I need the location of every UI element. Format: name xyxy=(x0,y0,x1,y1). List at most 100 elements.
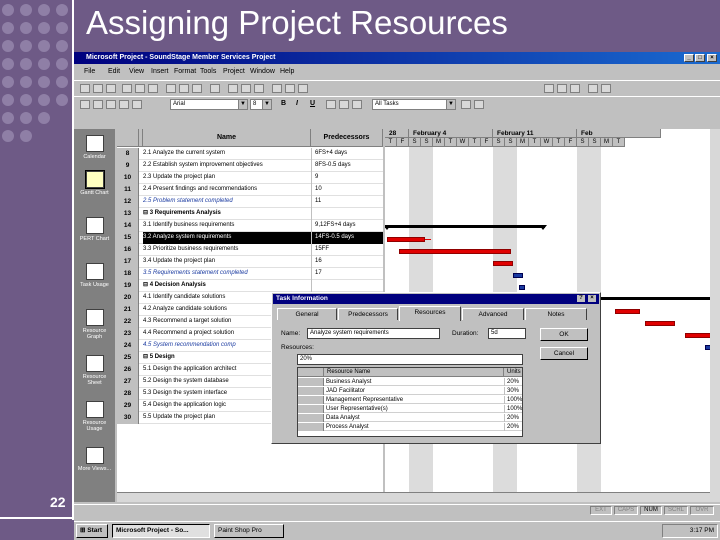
menu-file[interactable]: File xyxy=(84,68,95,75)
print-icon[interactable] xyxy=(122,84,132,93)
menu-window[interactable]: Window xyxy=(250,68,275,75)
show-subtasks-icon[interactable] xyxy=(106,100,116,109)
tab-resources[interactable]: Resources xyxy=(399,306,461,321)
italic-button[interactable]: I xyxy=(296,100,298,107)
row-id[interactable]: 17 xyxy=(117,256,139,268)
horizontal-scrollbar[interactable] xyxy=(117,492,720,502)
indent-icon[interactable] xyxy=(93,100,103,109)
table-row[interactable]: 14 3.1 Identify business requirements 9,12… xyxy=(117,220,383,232)
cut-icon[interactable] xyxy=(166,84,176,93)
split-task-icon[interactable] xyxy=(254,84,264,93)
table-row[interactable]: 18 3.5 Requirements statement completed 17 xyxy=(117,268,383,280)
task-name-cell[interactable]: 3.5 Requirements statement completed xyxy=(143,268,311,280)
hide-subtasks-icon[interactable] xyxy=(119,100,129,109)
table-row[interactable]: 16 3.3 Prioritize business requirements 15… xyxy=(117,244,383,256)
spelling-icon[interactable] xyxy=(148,84,158,93)
start-button[interactable]: ⊞ Start xyxy=(76,524,108,538)
resource-name-cell[interactable]: Process Analyst xyxy=(324,423,504,431)
undo-icon[interactable] xyxy=(210,84,220,93)
task-name-cell[interactable]: ⊟ 4 Decision Analysis xyxy=(143,280,311,292)
resource-name-cell[interactable]: Business Analyst xyxy=(324,378,504,386)
row-id[interactable]: 23 xyxy=(117,328,139,340)
row-id[interactable]: 30 xyxy=(117,412,139,424)
row-id[interactable]: 26 xyxy=(117,364,139,376)
view-calendar[interactable]: Calendar xyxy=(76,135,113,160)
row-id[interactable]: 21 xyxy=(117,304,139,316)
resource-name-cell[interactable]: JAD Facilitator xyxy=(324,387,504,395)
predecessors-cell[interactable]: 15FF xyxy=(311,244,383,256)
resource-row[interactable]: Business Analyst 20% xyxy=(298,378,522,386)
resource-row[interactable]: Management Representative 100% xyxy=(298,396,522,404)
units-cell[interactable]: 30% xyxy=(504,387,522,395)
units-cell[interactable]: 20% xyxy=(504,423,522,431)
row-id[interactable]: 12 xyxy=(117,196,139,208)
align-left-icon[interactable] xyxy=(326,100,336,109)
view-gantt-chart[interactable]: Gantt Chart xyxy=(76,170,113,196)
zoom-in-icon[interactable] xyxy=(544,84,554,93)
task-name-field[interactable]: Analyze system requirements xyxy=(307,328,440,339)
outdent-icon[interactable] xyxy=(80,100,90,109)
view-resource-sheet[interactable]: Resource Sheet xyxy=(76,355,113,386)
row-id[interactable]: 14 xyxy=(117,220,139,232)
predecessors-cell[interactable]: 8FS-0.5 days xyxy=(311,160,383,172)
row-id[interactable]: 18 xyxy=(117,268,139,280)
predecessors-cell[interactable]: 9 xyxy=(311,172,383,184)
table-row[interactable]: 15 3.2 Analyze system requirements 14FS-0.… xyxy=(117,232,383,244)
row-id[interactable]: 19 xyxy=(117,280,139,292)
font-size-select[interactable]: 8 ▼ xyxy=(250,99,272,110)
predecessors-cell[interactable]: 14FS-0.5 days xyxy=(311,232,383,244)
predecessors-cell[interactable] xyxy=(311,280,383,292)
predecessors-cell[interactable]: 16 xyxy=(311,256,383,268)
predecessors-column-header[interactable]: Predecessors xyxy=(311,129,383,147)
row-id[interactable]: 8 xyxy=(117,148,139,160)
task-bar[interactable] xyxy=(493,261,513,266)
unlink-tasks-icon[interactable] xyxy=(241,84,251,93)
align-center-icon[interactable] xyxy=(339,100,349,109)
row-id[interactable]: 15 xyxy=(117,232,139,244)
row-id[interactable]: 22 xyxy=(117,316,139,328)
summary-bar[interactable] xyxy=(385,225,545,228)
table-row[interactable]: 8 2.1 Analyze the current system 6FS+4 day… xyxy=(117,148,383,160)
underline-button[interactable]: U xyxy=(310,100,315,107)
predecessors-cell[interactable]: 10 xyxy=(311,184,383,196)
row-id[interactable]: 25 xyxy=(117,352,139,364)
task-name-cell[interactable]: 2.4 Present findings and recommendations xyxy=(143,184,311,196)
menu-tools[interactable]: Tools xyxy=(200,68,216,75)
predecessors-cell[interactable]: 9,12FS+4 days xyxy=(311,220,383,232)
menu-project[interactable]: Project xyxy=(223,68,245,75)
new-icon[interactable] xyxy=(80,84,90,93)
view-resource-graph[interactable]: Resource Graph xyxy=(76,309,113,340)
autofilter-icon[interactable] xyxy=(461,100,471,109)
resource-row[interactable]: Process Analyst 20% xyxy=(298,423,522,431)
close-button[interactable]: × xyxy=(707,54,717,62)
resource-name-cell[interactable]: Data Analyst xyxy=(324,414,504,422)
task-name-cell[interactable]: 3.1 Identify business requirements xyxy=(143,220,311,232)
table-row[interactable]: 19 ⊟ 4 Decision Analysis xyxy=(117,280,383,292)
paste-icon[interactable] xyxy=(192,84,202,93)
taskbar-app-paint-shop[interactable]: Paint Shop Pro xyxy=(214,524,284,538)
row-id[interactable]: 29 xyxy=(117,400,139,412)
task-notes-icon[interactable] xyxy=(285,84,295,93)
resource-row[interactable]: JAD Facilitator 30% xyxy=(298,387,522,395)
resource-edit-field[interactable]: 20% xyxy=(297,354,523,365)
row-id[interactable]: 10 xyxy=(117,172,139,184)
save-icon[interactable] xyxy=(106,84,116,93)
row-id[interactable]: 9 xyxy=(117,160,139,172)
tab-predecessors[interactable]: Predecessors xyxy=(338,308,398,320)
units-cell[interactable]: 20% xyxy=(504,414,522,422)
task-name-cell[interactable]: 2.3 Update the project plan xyxy=(143,172,311,184)
menu-insert[interactable]: Insert xyxy=(151,68,169,75)
task-bar[interactable] xyxy=(513,273,523,278)
print-preview-icon[interactable] xyxy=(135,84,145,93)
table-row[interactable]: 9 2.2 Establish system improvement object… xyxy=(117,160,383,172)
task-name-cell[interactable]: 3.4 Update the project plan xyxy=(143,256,311,268)
view-resource-usage[interactable]: Resource Usage xyxy=(76,401,113,432)
copy-icon[interactable] xyxy=(179,84,189,93)
predecessors-cell[interactable]: 11 xyxy=(311,196,383,208)
units-cell[interactable]: 100% xyxy=(504,405,522,413)
link-tasks-icon[interactable] xyxy=(228,84,238,93)
help-icon[interactable]: ? xyxy=(577,295,585,302)
font-select[interactable]: Arial ▼ xyxy=(170,99,248,110)
task-name-cell[interactable]: ⊟ 3 Requirements Analysis xyxy=(143,208,311,220)
row-id[interactable]: 20 xyxy=(117,292,139,304)
